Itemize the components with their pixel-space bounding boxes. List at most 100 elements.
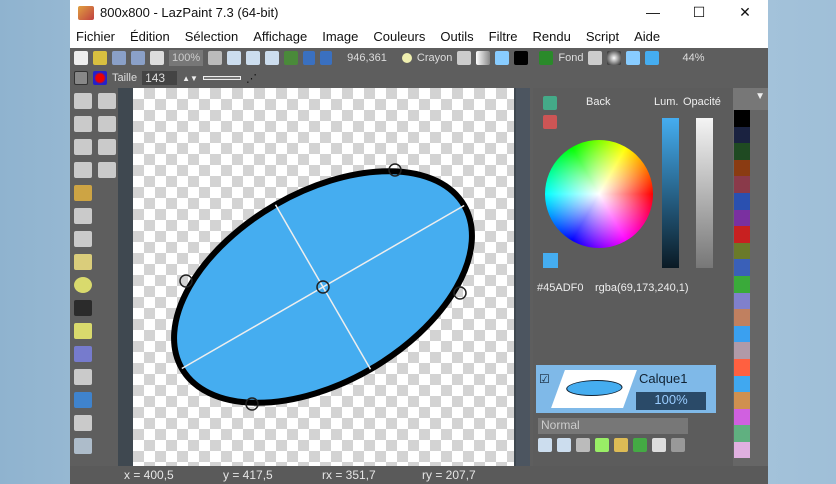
deform-tool-icon[interactable] xyxy=(74,369,92,385)
eraser-tool-icon[interactable] xyxy=(98,162,116,178)
unzoom-layer-icon[interactable] xyxy=(557,438,571,452)
canvas-area[interactable] xyxy=(118,88,530,466)
swap-colors-icon[interactable] xyxy=(539,51,554,65)
luminosity-slider[interactable] xyxy=(662,118,679,268)
close-button[interactable]: ✕ xyxy=(722,4,768,21)
palette-menu-icon[interactable] xyxy=(543,96,557,110)
palette-swatch[interactable] xyxy=(734,441,750,459)
fill-tool-icon[interactable] xyxy=(74,231,92,247)
menu-outils[interactable]: Outils xyxy=(440,29,473,44)
maximize-button[interactable]: ☐ xyxy=(676,4,722,21)
color-picker-tool-icon[interactable] xyxy=(98,93,116,109)
back-fill-icon[interactable] xyxy=(588,51,603,65)
perspective-tool-icon[interactable] xyxy=(74,438,92,454)
palette-swatch[interactable] xyxy=(734,143,750,160)
polygon-tool-icon[interactable] xyxy=(74,323,92,339)
pen-color-swatch[interactable] xyxy=(514,51,529,65)
back-gradient-icon[interactable] xyxy=(607,51,622,65)
vertical-scrollbar[interactable] xyxy=(516,88,530,466)
palette-swatch[interactable] xyxy=(734,226,750,243)
shape-option-icon[interactable] xyxy=(74,71,88,85)
palette-swatch[interactable] xyxy=(734,309,750,326)
pen-texture-icon[interactable] xyxy=(495,51,510,65)
ellipse-tool-icon[interactable] xyxy=(74,277,92,293)
size-spinner[interactable]: ▲▼ xyxy=(182,74,198,83)
size-input[interactable]: 143 xyxy=(142,71,178,85)
layer-options-icon[interactable] xyxy=(671,438,685,452)
layer-item[interactable]: ☑ Calque1 100% xyxy=(536,365,716,413)
menu-image[interactable]: Image xyxy=(322,29,358,44)
zoom-layer-icon[interactable] xyxy=(538,438,552,452)
open-folder-icon[interactable] xyxy=(93,51,107,65)
palette-swatch[interactable] xyxy=(734,275,750,293)
palette-swatch[interactable] xyxy=(734,292,750,310)
gradient-tool-icon[interactable] xyxy=(74,392,92,408)
palette-swatch[interactable] xyxy=(734,242,750,260)
toolbar-opacity[interactable]: 44% xyxy=(682,52,704,64)
layer-name[interactable]: Calque1 xyxy=(639,371,687,386)
redo-icon[interactable] xyxy=(320,51,333,65)
phong-tool-icon[interactable] xyxy=(74,415,92,431)
picker-tool-icon[interactable] xyxy=(98,116,116,132)
palette-swatch[interactable] xyxy=(734,425,750,442)
save-icon[interactable] xyxy=(112,51,126,65)
back-texture-icon[interactable] xyxy=(626,51,641,65)
menu-fichier[interactable]: Fichier xyxy=(76,29,115,44)
palette-swatch[interactable] xyxy=(734,126,750,144)
zoom-fit-icon[interactable] xyxy=(208,51,223,65)
blend-mode-select[interactable]: Normal xyxy=(538,418,688,434)
layer-opacity[interactable]: 100% xyxy=(636,392,706,410)
zoom-in-icon[interactable] xyxy=(227,51,242,65)
palette-swatch[interactable] xyxy=(734,192,750,210)
palette-swatch[interactable] xyxy=(734,110,750,127)
minimize-button[interactable]: — xyxy=(630,4,676,21)
palette-swatch[interactable] xyxy=(734,325,750,343)
pan-tool-icon[interactable] xyxy=(74,116,92,132)
menu-affichage[interactable]: Affichage xyxy=(253,29,307,44)
broom-tool-icon[interactable] xyxy=(74,185,92,201)
back-color-swatch[interactable] xyxy=(645,51,660,65)
pen-color-dot[interactable] xyxy=(401,53,412,63)
menu-filtre[interactable]: Filtre xyxy=(489,29,518,44)
palette-swatch[interactable] xyxy=(734,358,750,376)
palette-swatch[interactable] xyxy=(734,176,750,193)
delete-layer-icon[interactable] xyxy=(576,438,590,452)
erase-tool-icon[interactable] xyxy=(74,208,92,224)
fill-option-icon[interactable] xyxy=(93,71,107,85)
open-layer-icon[interactable] xyxy=(614,438,628,452)
menu-couleurs[interactable]: Couleurs xyxy=(373,29,425,44)
palette-swatch[interactable] xyxy=(734,259,750,276)
brush-tool-icon[interactable] xyxy=(74,162,92,178)
zoom-level[interactable]: 100% xyxy=(169,50,204,66)
pen-tool-icon[interactable] xyxy=(74,139,92,155)
current-color-swatch[interactable] xyxy=(543,253,558,268)
palette-swatch[interactable] xyxy=(734,408,750,426)
undo-icon[interactable] xyxy=(303,51,316,65)
palette-dropdown[interactable]: ▼ xyxy=(733,88,768,110)
copy-icon[interactable] xyxy=(150,51,164,65)
save-as-icon[interactable] xyxy=(131,51,145,65)
menu-script[interactable]: Script xyxy=(586,29,619,44)
pen-gradient-icon[interactable] xyxy=(476,51,491,65)
ellipse-shape[interactable] xyxy=(133,88,514,466)
palette-swatch[interactable] xyxy=(734,375,750,393)
color-wheel[interactable] xyxy=(545,140,653,248)
edit-shape-tool-icon[interactable] xyxy=(74,254,92,270)
curve-tool-icon[interactable] xyxy=(74,300,92,316)
pen-fill-icon[interactable] xyxy=(457,51,472,65)
palette-swatch[interactable] xyxy=(734,159,750,177)
menu-aide[interactable]: Aide xyxy=(634,29,660,44)
add-layer-icon[interactable] xyxy=(595,438,609,452)
layers-icon[interactable] xyxy=(284,51,299,65)
new-file-icon[interactable] xyxy=(74,51,88,65)
duplicate-layer-icon[interactable] xyxy=(633,438,647,452)
palette-swatch[interactable] xyxy=(734,209,750,227)
layer-visible-checkbox[interactable]: ☑ xyxy=(539,372,550,386)
menu-selection[interactable]: Sélection xyxy=(185,29,238,44)
menu-rendu[interactable]: Rendu xyxy=(533,29,571,44)
spline-option-icon[interactable]: ⋰ xyxy=(246,72,257,85)
palette-reset-icon[interactable] xyxy=(543,115,557,129)
hand-tool-icon[interactable] xyxy=(74,93,92,109)
palette-swatch[interactable] xyxy=(734,342,750,359)
text-tool-icon[interactable] xyxy=(74,346,92,362)
